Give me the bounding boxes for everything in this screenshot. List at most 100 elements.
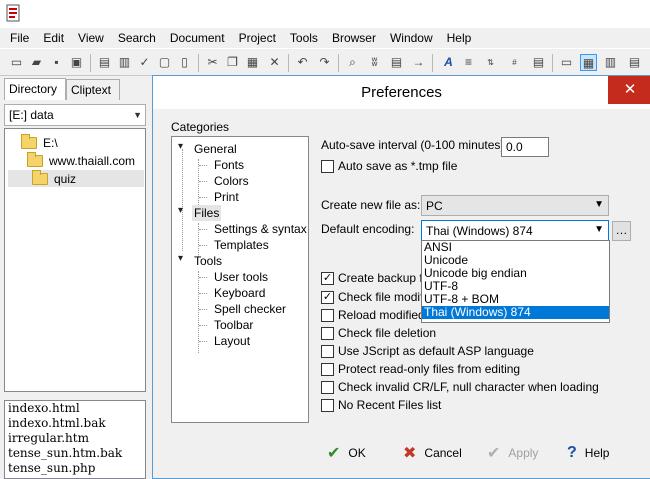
page-setup-icon[interactable]: ▢ <box>156 54 173 71</box>
collapse-icon[interactable]: ▾ <box>178 141 183 152</box>
word-wrap-icon[interactable]: ▯ <box>176 54 193 71</box>
collapse-icon[interactable]: ▾ <box>178 205 183 216</box>
file-list[interactable]: indexo.html indexo.html.bak irregular.ht… <box>4 400 146 479</box>
check-deletion-checkbox[interactable]: Check file deletion <box>321 325 436 341</box>
category-fonts[interactable]: Fonts <box>214 157 244 173</box>
apply-button[interactable]: ✔ Apply <box>487 441 538 465</box>
menu-search[interactable]: Search <box>111 28 163 48</box>
create-new-select[interactable]: PC ▼ <box>421 195 609 216</box>
close-button[interactable]: ✕ <box>608 76 650 104</box>
list-item[interactable]: tense_sun.php <box>5 461 145 476</box>
category-spell-checker[interactable]: Spell checker <box>214 301 286 317</box>
checkbox-box <box>321 308 334 322</box>
find-icon[interactable]: ⌕ <box>344 54 361 71</box>
list-item[interactable]: indexo.html.bak <box>5 416 145 431</box>
category-files[interactable]: Files <box>192 205 222 221</box>
cut-icon[interactable]: ✂ <box>204 54 221 71</box>
category-user-tools[interactable]: User tools <box>214 269 268 285</box>
encoding-select[interactable]: Thai (Windows) 874 ▼ <box>421 220 609 241</box>
preferences-dialog: Preferences ✕ Categories ▾ General Fonts… <box>152 75 650 479</box>
collapse-icon[interactable]: ▾ <box>178 253 183 264</box>
categories-tree[interactable]: ▾ General Fonts Colors Print ▾ Files Set… <box>171 136 309 423</box>
indent-icon[interactable]: ≡ <box>460 54 477 71</box>
tree-line <box>182 149 183 251</box>
list-item[interactable]: indexo.html <box>5 401 145 416</box>
ok-button[interactable]: ✔ OK <box>327 441 366 465</box>
text-mode-icon[interactable]: ▤ <box>530 54 547 71</box>
tree-line <box>199 277 207 278</box>
encoding-more-button[interactable]: … <box>612 221 631 241</box>
menu-edit[interactable]: Edit <box>36 28 71 48</box>
category-templates[interactable]: Templates <box>214 237 269 253</box>
cliptext-icon[interactable]: ▭ <box>558 54 575 71</box>
category-tools[interactable]: Tools <box>194 253 222 269</box>
menu-project[interactable]: Project <box>232 28 283 48</box>
menu-browser[interactable]: Browser <box>325 28 383 48</box>
goto-icon[interactable]: → <box>410 54 427 71</box>
save-all-icon[interactable]: ▣ <box>68 54 85 71</box>
tree-item-quiz[interactable]: quiz <box>8 169 144 187</box>
help-button[interactable]: ? Help <box>567 441 609 465</box>
save-icon[interactable]: ▪ <box>48 54 65 71</box>
dialog-title: Preferences <box>361 84 442 101</box>
list-item[interactable]: irregular.htm <box>5 431 145 446</box>
menu-tools[interactable]: Tools <box>283 28 325 48</box>
menu-help[interactable]: Help <box>440 28 479 48</box>
tree-item-thaiall[interactable]: www.thaiall.com <box>27 151 135 169</box>
category-general[interactable]: General <box>194 141 237 157</box>
checkbox-label: Reload modified f <box>338 308 432 322</box>
check-icon: ✓ <box>321 271 334 285</box>
category-settings-syntax[interactable]: Settings & syntax <box>214 221 307 237</box>
tree-line <box>199 165 207 166</box>
jscript-default-checkbox[interactable]: Use JScript as default ASP language <box>321 343 534 359</box>
tree-line <box>199 181 207 182</box>
delete-icon[interactable]: ✕ <box>266 54 283 71</box>
protect-readonly-checkbox[interactable]: Protect read-only files from editing <box>321 361 520 377</box>
dropdown-option-selected[interactable]: Thai (Windows) 874 <box>422 306 609 319</box>
check-modification-checkbox[interactable]: ✓ Check file modific <box>321 289 432 305</box>
spell-check-icon[interactable]: ✓ <box>136 54 153 71</box>
menu-window[interactable]: Window <box>383 28 440 48</box>
copy-icon[interactable]: ❐ <box>224 54 241 71</box>
menu-file[interactable]: File <box>0 28 36 48</box>
cancel-button[interactable]: ✖ Cancel <box>403 441 462 465</box>
toolbar-separator <box>552 54 553 72</box>
undo-icon[interactable]: ↶ <box>294 54 311 71</box>
category-toolbar[interactable]: Toolbar <box>214 317 253 333</box>
menu-view[interactable]: View <box>71 28 111 48</box>
backup-checkbox[interactable]: ✓ Create backup file <box>321 270 435 286</box>
find-in-files-icon[interactable]: ▤ <box>388 54 405 71</box>
drive-select[interactable]: [E:] data ▼ <box>4 104 146 126</box>
list-item[interactable]: tense_sun.htm.bak <box>5 446 145 461</box>
reload-modified-checkbox[interactable]: Reload modified f <box>321 307 431 323</box>
replace-icon[interactable]: ʬ <box>366 54 383 71</box>
category-colors[interactable]: Colors <box>214 173 249 189</box>
directory-pane-icon[interactable]: ▦ <box>580 54 597 71</box>
category-print[interactable]: Print <box>214 189 239 205</box>
font-icon[interactable]: A <box>440 54 457 71</box>
print-preview-icon[interactable]: ▤ <box>96 54 113 71</box>
sort-icon[interactable]: ⇅ <box>482 54 499 71</box>
line-number-icon[interactable]: # <box>506 54 523 71</box>
category-layout[interactable]: Layout <box>214 333 250 349</box>
autosave-tmp-checkbox[interactable]: Auto save as *.tmp file <box>321 158 457 174</box>
format-icon[interactable]: ▤ <box>626 54 643 71</box>
category-keyboard[interactable]: Keyboard <box>214 285 265 301</box>
encoding-dropdown-list[interactable]: ANSI Unicode Unicode big endian UTF-8 UT… <box>421 240 610 323</box>
redo-icon[interactable]: ↷ <box>316 54 333 71</box>
open-folder-icon[interactable]: ▰ <box>28 54 45 71</box>
tree-line <box>198 159 199 209</box>
directory-tree[interactable]: E:\ www.thaiall.com quiz <box>4 128 146 392</box>
tab-cliptext[interactable]: Cliptext <box>66 79 120 100</box>
tree-item-drive[interactable]: E:\ <box>21 133 58 151</box>
chevron-down-icon: ▼ <box>594 199 604 210</box>
menu-document[interactable]: Document <box>163 28 232 48</box>
check-invalid-crlf-checkbox[interactable]: Check invalid CR/LF, null character when… <box>321 379 599 395</box>
document-list-icon[interactable]: ▥ <box>602 54 619 71</box>
print-icon[interactable]: ▥ <box>116 54 133 71</box>
new-file-icon[interactable]: ▭ <box>8 54 25 71</box>
no-recent-files-checkbox[interactable]: No Recent Files list <box>321 397 441 413</box>
autosave-interval-input[interactable]: 0.0 <box>501 137 549 157</box>
tab-directory[interactable]: Directory <box>4 78 66 100</box>
paste-icon[interactable]: ▦ <box>244 54 261 71</box>
